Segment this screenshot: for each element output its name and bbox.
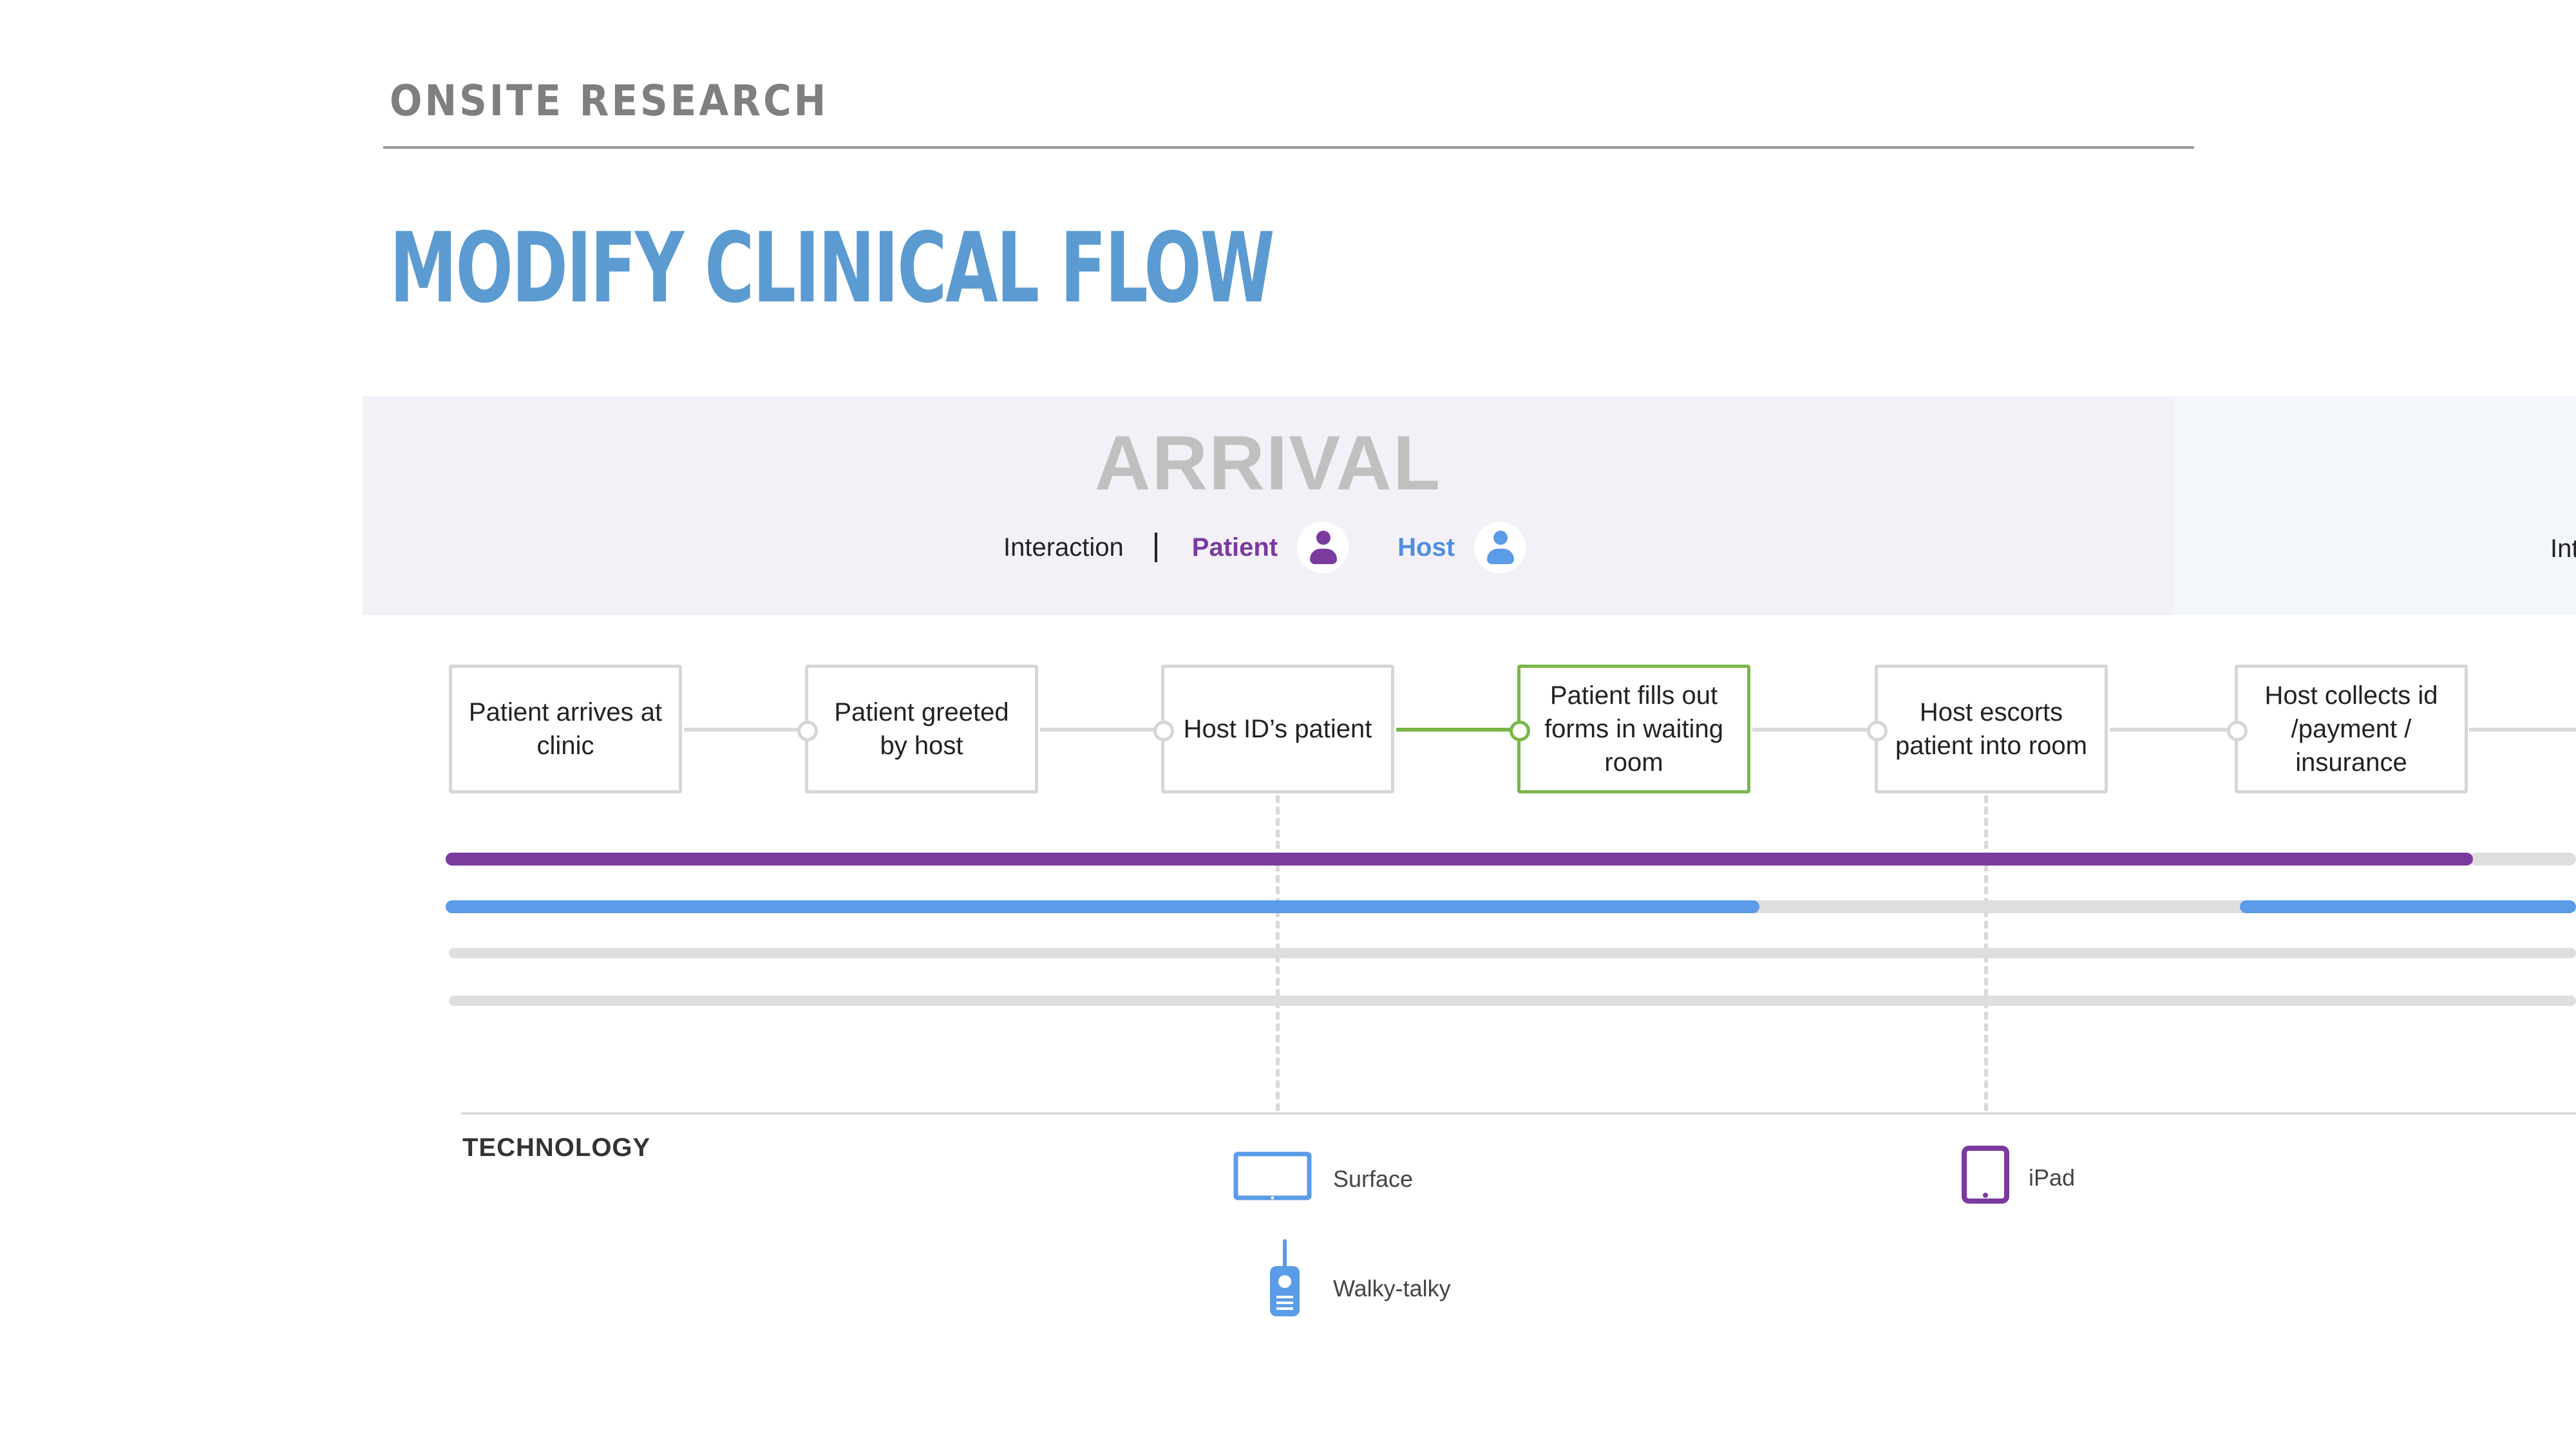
step-card: Host ID’s patient: [1161, 665, 1394, 793]
header-divider: [383, 146, 2194, 149]
legend-separator: [1154, 533, 1157, 562]
patient-avatar-icon: [1297, 522, 1349, 573]
section-label: ONSITE RESEARCH: [390, 76, 829, 126]
legend-patient-label: Patient: [1191, 533, 1278, 562]
legend-host-label: Host: [1397, 533, 1455, 562]
next-phase-band: [2174, 396, 2576, 615]
patient-lane-rest: [2470, 853, 2576, 866]
connector-5-6: [2110, 728, 2235, 732]
flow-node: [2227, 721, 2248, 741]
host-avatar-icon: [1474, 522, 1526, 573]
legend-interaction-label: Interaction: [1003, 533, 1124, 562]
tablet-landscape-icon: [1233, 1151, 1312, 1200]
host-lane-segment: [2240, 900, 2576, 913]
connector-2-3: [1040, 728, 1162, 732]
connector-6-next: [2469, 728, 2576, 732]
step-card: Patient arrives at clinic: [449, 665, 682, 793]
walkie-talkie-icon: [1270, 1239, 1300, 1316]
step-card: Host collects id /payment / insurance: [2235, 665, 2468, 793]
flow-node: [1153, 721, 1174, 741]
tech-ipad-label: iPad: [2029, 1164, 2076, 1191]
flow-node: [797, 721, 818, 741]
step-card: Host escorts patient into room: [1875, 665, 2108, 793]
role-legend: Interaction Patient Host: [1003, 522, 1526, 573]
tech-walkie-label: Walky-talky: [1333, 1275, 1451, 1302]
empty-lane: [449, 996, 2576, 1006]
flow-node-active: [1510, 721, 1530, 741]
host-lane-segment: [446, 900, 1759, 913]
step-card: Patient greeted by host: [805, 665, 1038, 793]
next-phase-legend-partial: Int: [2550, 535, 2576, 563]
phase-title: ARRIVAL: [1094, 420, 1442, 506]
connector-4-5: [1752, 728, 1875, 732]
tech-surface-label: Surface: [1333, 1166, 1414, 1192]
connector-1-2: [684, 728, 806, 732]
slide-title: MODIFY CLINICAL FLOW: [390, 213, 1275, 325]
technology-divider: [461, 1112, 2576, 1115]
connector-3-4: [1396, 728, 1519, 732]
flow-node: [1867, 721, 1888, 741]
patient-lane: [446, 853, 2473, 866]
step-card-highlighted: Patient fills out forms in waiting room: [1517, 665, 1750, 793]
technology-label: TECHNOLOGY: [462, 1133, 651, 1162]
tablet-portrait-icon: [1962, 1146, 2009, 1204]
empty-lane: [449, 948, 2576, 958]
